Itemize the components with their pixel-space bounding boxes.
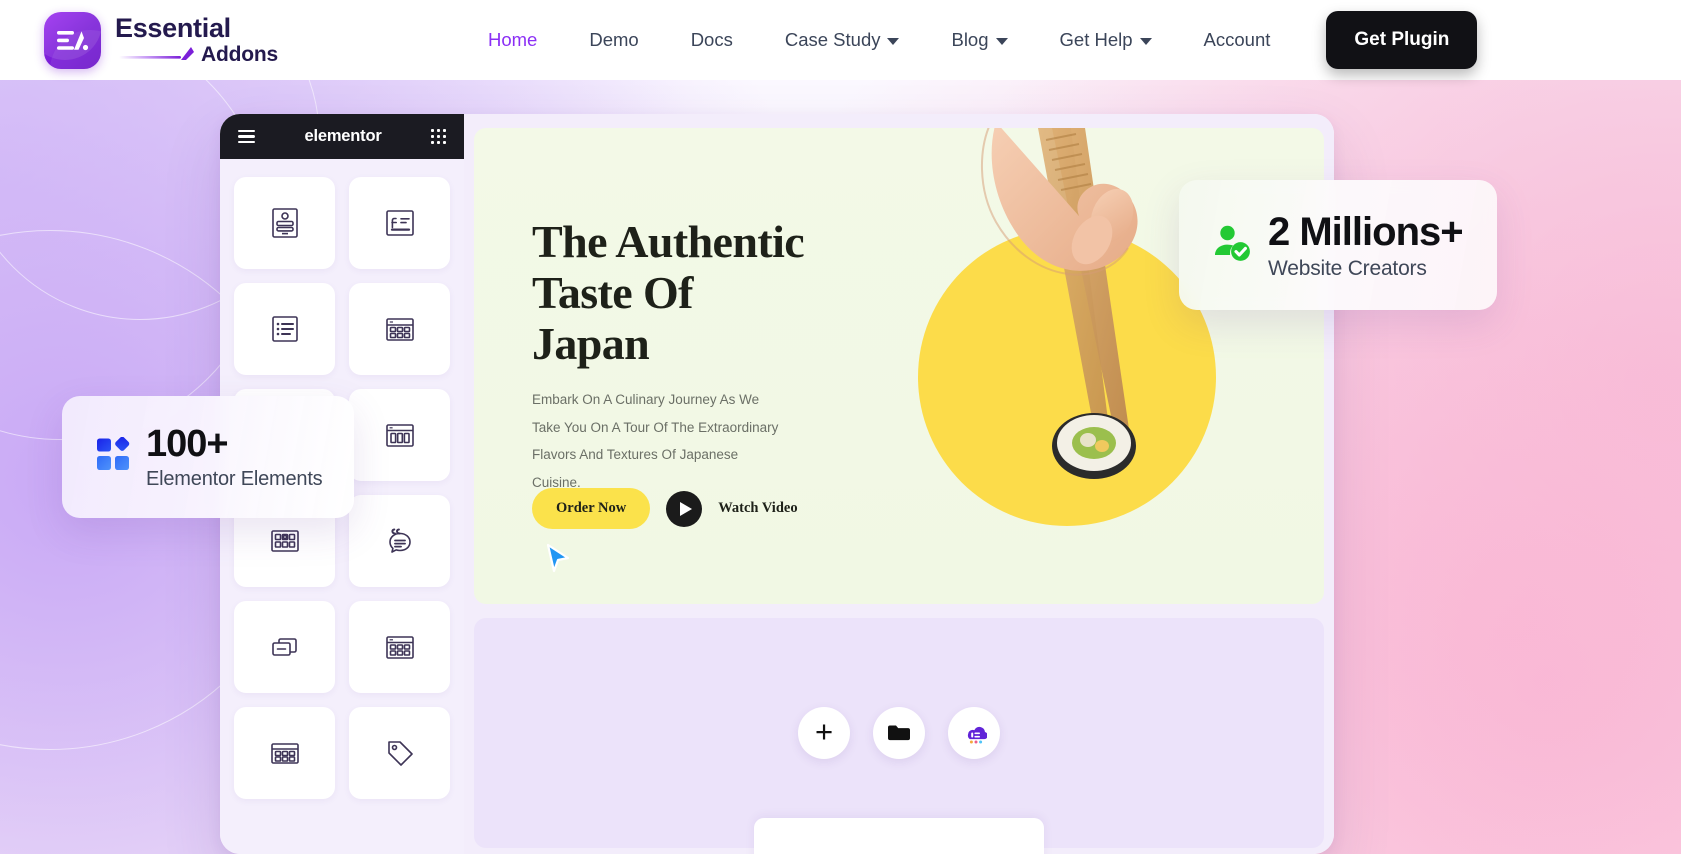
badge-label: Website Creators	[1268, 256, 1427, 280]
order-now-button[interactable]: Order Now	[532, 488, 651, 529]
nav-label: Account	[1203, 29, 1271, 50]
nav-label: Demo	[589, 29, 639, 50]
table-grid-icon-2	[268, 736, 302, 770]
brand-subtitle: Addons	[201, 43, 278, 66]
widget-card[interactable]	[349, 495, 450, 587]
canvas-hero-title: The Authentic Taste Of Japan	[532, 216, 805, 370]
login-form-icon	[268, 206, 302, 240]
watch-video-label[interactable]: Watch Video	[718, 500, 797, 517]
verified-user-icon	[1212, 224, 1252, 267]
widget-card[interactable]	[349, 601, 450, 693]
tag-icon	[383, 736, 417, 770]
ea-logo-icon	[44, 11, 101, 69]
elementor-logo-text: elementor	[304, 127, 382, 145]
canvas-hero-description: Embark On A Culinary Journey As We Take …	[532, 392, 779, 491]
widget-card[interactable]	[234, 283, 335, 375]
folder-icon[interactable]	[873, 707, 925, 759]
table-grid-icon	[383, 312, 417, 346]
canvas-bottom-panel	[754, 818, 1044, 854]
brand-title: Essential	[115, 13, 231, 43]
plus-icon[interactable]: +	[798, 707, 850, 759]
top-navbar: Essential Addons Home Demo Docs Case Stu…	[0, 0, 1681, 80]
title-line-3: Japan	[532, 318, 650, 370]
chevron-down-icon	[1139, 38, 1152, 45]
list-icon	[268, 312, 302, 346]
elementor-editor-mockup: elementor The Authentic Taste Of Japan E…	[220, 114, 1334, 854]
badge-label: Elementor Elements	[146, 468, 323, 490]
hamburger-icon[interactable]	[238, 129, 255, 144]
widget-card[interactable]	[349, 283, 450, 375]
widget-card[interactable]	[234, 707, 335, 799]
mouse-cursor-icon	[546, 543, 572, 578]
nav-label: Home	[487, 29, 538, 50]
widget-card[interactable]	[234, 601, 335, 693]
card-stack-icon	[268, 630, 302, 664]
widget-card[interactable]	[349, 389, 450, 481]
badge-elementor-elements: 100+ Elementor Elements	[62, 396, 354, 518]
testimonial-quote-icon	[383, 524, 417, 558]
canvas-fab-row: +	[798, 707, 1000, 759]
nav-item-home[interactable]: Home	[462, 21, 563, 59]
widget-card[interactable]	[349, 177, 450, 269]
grid-dots-icon[interactable]	[431, 129, 446, 144]
widget-card[interactable]	[234, 177, 335, 269]
browser-columns-icon	[383, 418, 417, 452]
elementor-panel-topbar: elementor	[220, 114, 464, 159]
elementor-cloud-icon[interactable]	[948, 707, 1000, 759]
nav-label: Case Study	[784, 29, 881, 50]
post-grid-icon	[383, 630, 417, 664]
nav-label: Blog	[951, 29, 989, 50]
nav-label: Get Help	[1059, 29, 1133, 50]
badge-website-creators: 2 Millions+ Website Creators	[1179, 180, 1497, 310]
nav-item-docs[interactable]: Docs	[665, 21, 759, 59]
canvas-lower-section: +	[474, 618, 1324, 854]
nav-item-account[interactable]: Account	[1178, 21, 1297, 59]
title-line-1: The Authentic	[532, 216, 805, 267]
nav-label: Docs	[690, 29, 733, 50]
widget-card[interactable]	[349, 707, 450, 799]
nav-item-blog[interactable]: Blog	[925, 21, 1033, 59]
facebook-feed-icon	[383, 206, 417, 240]
canvas-hero-actions: Order Now Watch Video	[532, 488, 798, 529]
brand-logo[interactable]: Essential Addons	[44, 11, 278, 69]
title-line-2: Taste Of	[532, 267, 694, 319]
gallery-grid-icon	[268, 524, 302, 558]
blocks-icon	[96, 436, 132, 478]
nav-item-get-help[interactable]: Get Help	[1034, 21, 1178, 59]
nav-links: Home Demo Docs Case Study Blog Get Help …	[462, 11, 1478, 69]
brand-swoosh-icon	[119, 46, 194, 60]
badge-number: 100+	[146, 423, 229, 465]
badge-number: 2 Millions+	[1268, 209, 1464, 254]
nav-item-demo[interactable]: Demo	[563, 21, 664, 59]
get-plugin-button[interactable]: Get Plugin	[1326, 11, 1478, 69]
chevron-down-icon	[887, 38, 900, 45]
play-icon[interactable]	[666, 490, 703, 527]
chevron-down-icon	[995, 38, 1008, 45]
nav-item-case-study[interactable]: Case Study	[759, 21, 926, 59]
